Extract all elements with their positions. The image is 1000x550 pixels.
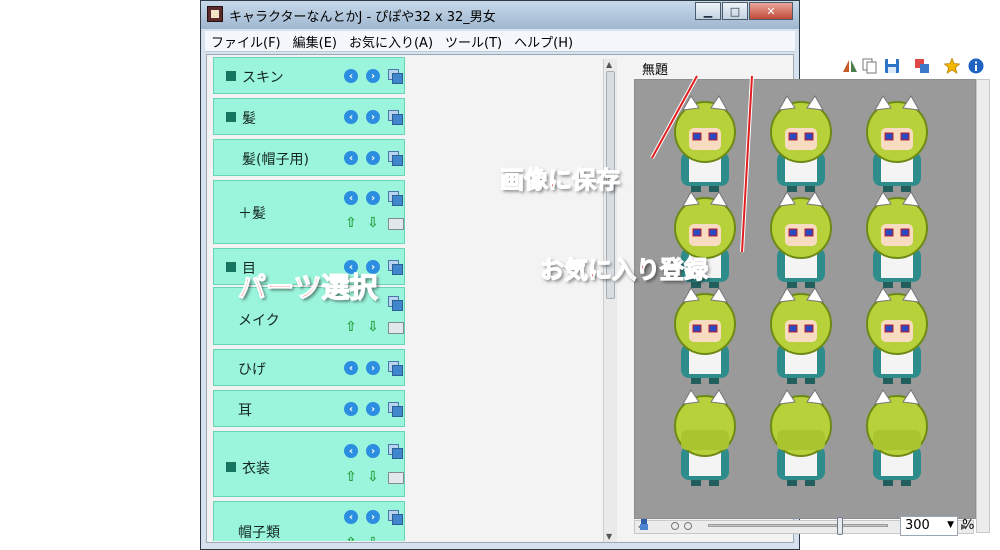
annotation-save-image: 画像に保存 [499, 165, 620, 194]
annotation-lines [650, 75, 754, 253]
annotation-add-favorite: お気に入り登録 [539, 255, 708, 284]
annotation-parts-select: パーツ選択 [237, 270, 378, 304]
